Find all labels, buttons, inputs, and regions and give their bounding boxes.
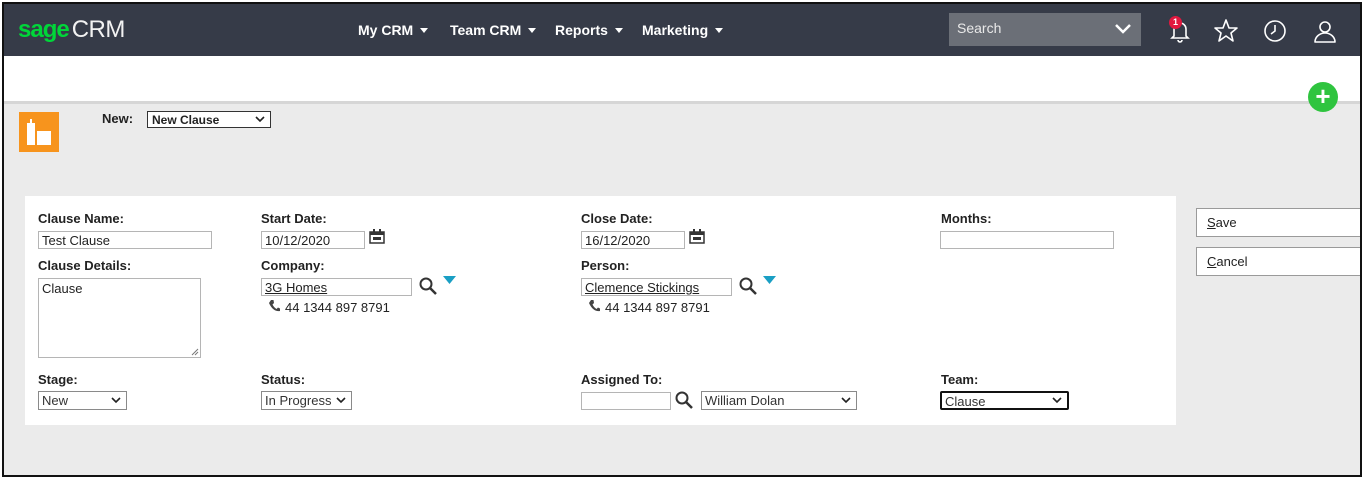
add-button[interactable]: + [1308, 82, 1338, 112]
stage-label: Stage: [38, 372, 78, 387]
company-link[interactable]: 3G Homes [265, 280, 327, 295]
filter-dropdown-icon[interactable] [763, 276, 776, 285]
search-icon[interactable] [738, 276, 758, 296]
logo-sage-text: sage [18, 16, 70, 43]
chevron-down-icon [336, 397, 346, 404]
status-select-value: In Progress [265, 393, 332, 408]
team-select[interactable]: Clause [940, 391, 1069, 410]
clause-form-panel: Clause Name: Test Clause Start Date: 10/… [25, 196, 1176, 425]
page-header-strip [4, 56, 1360, 104]
stage-select-value: New [42, 393, 69, 408]
search-placeholder: Search [957, 20, 1002, 36]
months-label: Months: [941, 211, 992, 226]
new-entity-select[interactable]: New Clause [147, 111, 271, 128]
caret-down-icon [528, 27, 537, 33]
notification-badge: 1 [1169, 16, 1182, 29]
filter-dropdown-icon[interactable] [443, 276, 456, 285]
company-input[interactable]: 3G Homes [261, 278, 412, 296]
user-icon[interactable] [1312, 18, 1338, 44]
assigned-to-select-value: William Dolan [705, 393, 785, 408]
nav-marketing-label: Marketing [642, 22, 709, 38]
search-icon[interactable] [674, 390, 694, 410]
team-label: Team: [941, 372, 979, 387]
caret-down-icon [614, 27, 623, 33]
cancel-accesskey: C [1207, 254, 1217, 269]
close-date-label: Close Date: [581, 211, 653, 226]
team-select-value: Clause [945, 394, 986, 409]
start-date-label: Start Date: [261, 211, 327, 226]
nav-team-crm-label: Team CRM [450, 22, 522, 38]
save-button[interactable]: Save [1196, 208, 1360, 237]
logo-crm-text: CRM [71, 16, 126, 43]
assigned-to-label: Assigned To: [581, 372, 663, 387]
caret-down-icon [420, 27, 429, 33]
assigned-to-select[interactable]: William Dolan [701, 391, 857, 410]
phone-icon [269, 300, 280, 312]
nav-reports[interactable]: Reports [555, 4, 623, 56]
start-date-input[interactable]: 10/12/2020 [261, 231, 365, 249]
assigned-to-search-input[interactable] [581, 392, 671, 410]
app-window: sage CRM My CRM Team CRM Reports Marketin… [2, 2, 1362, 477]
clock-icon[interactable] [1262, 18, 1288, 44]
nav-reports-label: Reports [555, 22, 608, 38]
sage-crm-logo[interactable]: sage CRM [18, 16, 125, 44]
building-icon [19, 112, 59, 152]
nav-team-crm[interactable]: Team CRM [450, 4, 537, 56]
phone-icon [589, 300, 600, 312]
top-nav-bar: sage CRM My CRM Team CRM Reports Marketin… [4, 4, 1360, 56]
person-link[interactable]: Clemence Stickings [585, 280, 699, 295]
search-icon[interactable] [418, 276, 438, 296]
person-label: Person: [581, 258, 630, 273]
caret-down-icon [715, 27, 724, 33]
stage-select[interactable]: New [38, 391, 127, 410]
clause-details-textarea[interactable]: Clause [38, 278, 201, 358]
nav-my-crm[interactable]: My CRM [358, 4, 429, 56]
chevron-down-icon [255, 116, 265, 123]
nav-marketing[interactable]: Marketing [642, 4, 724, 56]
star-icon[interactable] [1213, 18, 1239, 44]
chevron-down-icon [111, 397, 121, 404]
chevron-down-icon [1052, 397, 1062, 404]
months-input[interactable] [940, 231, 1114, 249]
calendar-icon[interactable] [689, 229, 705, 244]
cancel-button[interactable]: Cancel [1196, 247, 1360, 276]
clause-details-label: Clause Details: [38, 258, 132, 273]
clause-name-label: Clause Name: [38, 211, 124, 226]
cancel-label: ancel [1216, 254, 1248, 269]
status-select[interactable]: In Progress [261, 391, 352, 410]
new-label: New: [102, 111, 134, 126]
save-label: ave [1215, 215, 1237, 230]
close-date-input[interactable]: 16/12/2020 [581, 231, 685, 249]
nav-my-crm-label: My CRM [358, 22, 414, 38]
clause-name-input[interactable]: Test Clause [38, 231, 212, 249]
person-input[interactable]: Clemence Stickings [581, 278, 732, 296]
status-label: Status: [261, 372, 306, 387]
company-label: Company: [261, 258, 325, 273]
new-entity-select-value: New Clause [152, 113, 220, 127]
chevron-down-icon [841, 397, 851, 404]
calendar-icon[interactable] [369, 229, 385, 244]
person-phone: 44 1344 897 8791 [605, 300, 710, 315]
save-accesskey: S [1207, 215, 1216, 230]
search-box[interactable]: Search [949, 13, 1141, 46]
resize-handle-icon[interactable] [191, 348, 199, 356]
company-phone: 44 1344 897 8791 [285, 300, 390, 315]
chevron-down-icon[interactable] [1115, 24, 1131, 34]
